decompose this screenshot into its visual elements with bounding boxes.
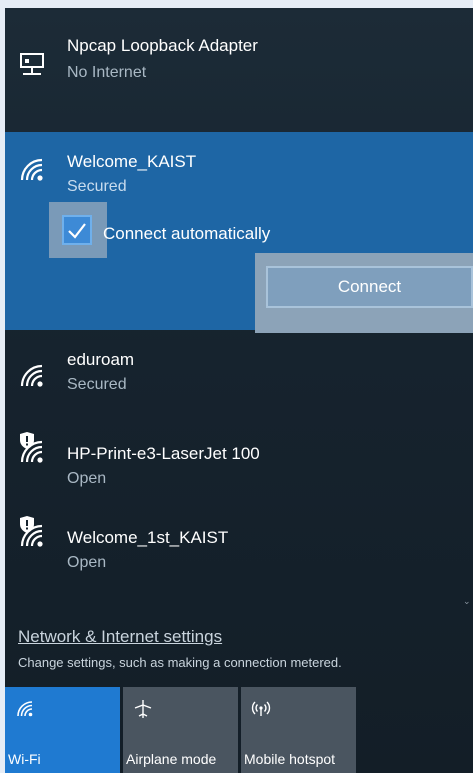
network-item-eduroam[interactable]: eduroam Secured <box>5 336 473 418</box>
network-item-npcap[interactable]: Npcap Loopback Adapter No Internet <box>5 8 473 118</box>
wifi-icon <box>20 364 43 387</box>
connect-automatically-checkbox-focus[interactable] <box>49 202 107 258</box>
wifi-icon <box>17 701 33 717</box>
mobile-hotspot-tile[interactable]: Mobile hotspot <box>241 687 356 773</box>
network-item-welcome-1st-kaist[interactable]: Welcome_1st_KAIST Open <box>5 504 473 586</box>
wifi-open-shield-icon <box>20 432 43 463</box>
airplane-mode-tile-label: Airplane mode <box>126 751 217 767</box>
network-status: Open <box>67 554 107 571</box>
airplane-icon <box>134 700 152 718</box>
network-status: Secured <box>67 376 127 393</box>
wifi-icon <box>20 158 43 181</box>
network-status: No Internet <box>67 64 147 81</box>
connect-automatically-label: Connect automatically <box>103 224 271 243</box>
checkmark-icon <box>68 223 86 239</box>
mobile-hotspot-tile-label: Mobile hotspot <box>244 751 336 767</box>
network-name: HP-Print-e3-LaserJet 100 <box>67 444 260 463</box>
quick-actions: Wi-Fi Airplane mode Mobile hotspot <box>5 687 473 773</box>
wifi-tile[interactable]: Wi-Fi <box>5 687 120 773</box>
network-item-hp-print[interactable]: HP-Print-e3-LaserJet 100 Open <box>5 420 473 502</box>
connect-automatically-checkbox[interactable] <box>62 215 92 245</box>
network-name: Welcome_KAIST <box>67 152 197 171</box>
airplane-mode-tile[interactable]: Airplane mode <box>123 687 238 773</box>
network-flyout: Npcap Loopback Adapter No Internet Welco… <box>5 8 473 773</box>
network-settings-description: Change settings, such as making a connec… <box>18 655 342 670</box>
network-status: Secured <box>67 178 127 195</box>
scroll-down-arrow-icon[interactable]: ⌄ <box>463 596 471 606</box>
ethernet-icon <box>20 53 44 75</box>
network-status: Open <box>67 470 107 487</box>
network-name: Npcap Loopback Adapter <box>67 36 258 55</box>
wifi-open-shield-icon <box>20 516 43 547</box>
network-settings-link[interactable]: Network & Internet settings <box>18 627 222 647</box>
connect-button[interactable]: Connect <box>266 266 473 308</box>
network-name: Welcome_1st_KAIST <box>67 528 229 547</box>
wifi-tile-label: Wi-Fi <box>8 751 41 767</box>
network-name: eduroam <box>67 350 135 369</box>
connect-button-focus: Connect <box>255 253 473 333</box>
hotspot-icon <box>251 701 271 716</box>
